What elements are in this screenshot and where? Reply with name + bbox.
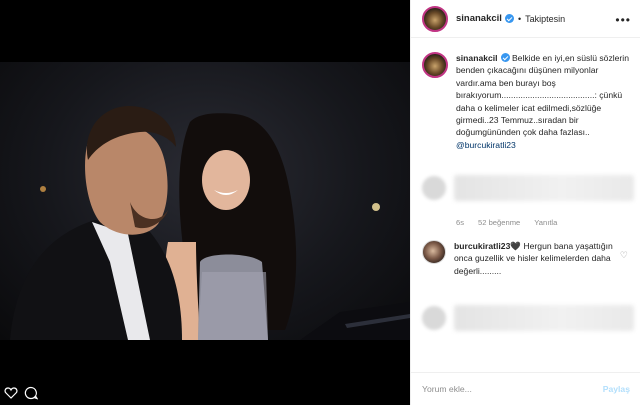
bokeh-light	[372, 203, 380, 211]
follow-status[interactable]: Takiptesin	[525, 14, 565, 24]
media-actions	[4, 386, 38, 400]
heart-icon[interactable]	[4, 386, 18, 400]
caption-text: sinanakcil Belkide en iyi,en süslü sözle…	[456, 52, 634, 151]
reply-comment: burcukiratli23🖤 Hergun bana yaşattığın o…	[422, 240, 634, 277]
post-photo[interactable]	[0, 62, 410, 340]
reply-button[interactable]: Yanıtla	[534, 218, 557, 227]
man-suit	[10, 220, 182, 340]
avatar[interactable]	[422, 5, 448, 32]
header-username[interactable]: sinanakcil	[456, 13, 502, 24]
post-media-panel	[0, 0, 410, 405]
comment-icon[interactable]	[24, 386, 38, 400]
caption-username[interactable]: sinanakcil	[456, 53, 498, 63]
separator-dot: •	[517, 13, 522, 24]
verified-badge-icon	[500, 53, 510, 62]
reply-text: burcukiratli23🖤 Hergun bana yaşattığın o…	[454, 240, 624, 277]
piano-shape	[300, 302, 410, 340]
more-options-icon[interactable]: •••	[615, 13, 631, 27]
reply-username[interactable]: burcukiratli23	[454, 241, 510, 251]
blurred-comment	[422, 170, 634, 206]
blurred-text	[454, 175, 634, 201]
blurred-avatar	[422, 176, 446, 200]
verified-badge-icon	[504, 14, 514, 23]
bokeh-light	[40, 186, 46, 192]
comment-input[interactable]: Yorum ekle...	[422, 384, 603, 394]
couple-photo-illustration	[10, 106, 410, 340]
share-button[interactable]: Paylaş	[603, 384, 630, 394]
avatar[interactable]	[422, 240, 446, 264]
woman-face	[202, 150, 250, 210]
comment-time: 6s	[456, 218, 465, 227]
dress-sparkle	[198, 272, 268, 340]
caption-body: Belkide en iyi,en süslü sözlerin benden …	[456, 53, 629, 138]
blurred-comment	[422, 300, 634, 336]
post-header: sinanakcil • Takiptesin •••	[411, 0, 640, 38]
avatar[interactable]	[422, 52, 448, 78]
caption: sinanakcil Belkide en iyi,en süslü sözle…	[422, 52, 634, 151]
comments-panel: sinanakcil • Takiptesin ••• sinanakcil B…	[410, 0, 640, 405]
comment-bar: Yorum ekle... Paylaş	[411, 372, 640, 405]
comment-meta: 6s 52 beğenme Yanıtla	[456, 218, 557, 227]
blurred-avatar	[422, 306, 446, 330]
comment-likes[interactable]: 52 beğenme	[478, 218, 520, 227]
like-comment-icon[interactable]: ♡	[620, 250, 628, 261]
heart-emoji: 🖤	[510, 241, 522, 251]
blurred-text	[454, 305, 634, 331]
mention-link[interactable]: @burcukiratli23	[456, 140, 516, 150]
